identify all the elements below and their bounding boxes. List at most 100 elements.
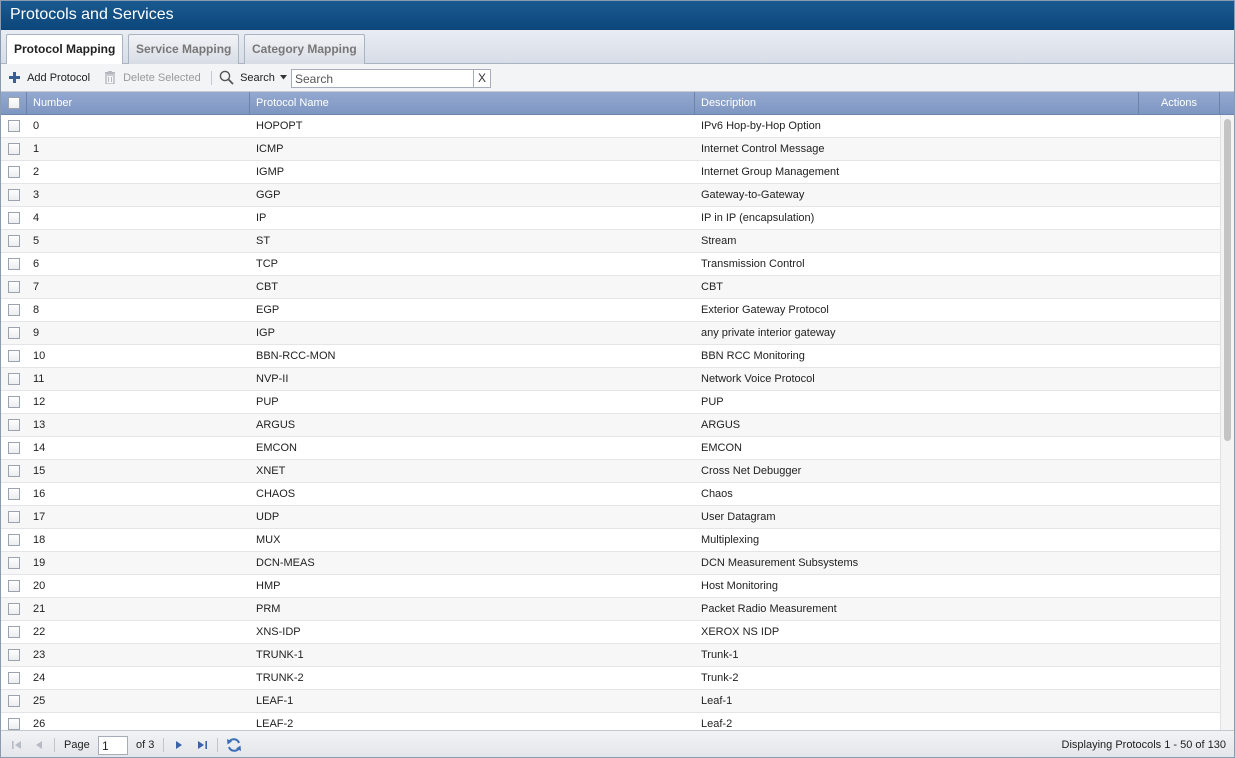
cell-description: BBN RCC Monitoring xyxy=(701,350,805,362)
scrollbar-thumb[interactable] xyxy=(1224,119,1231,441)
row-checkbox[interactable] xyxy=(8,189,20,201)
prev-page-icon[interactable] xyxy=(32,738,46,752)
table-row[interactable]: 0 HOPOPT IPv6 Hop-by-Hop Option xyxy=(1,115,1220,138)
table-row[interactable]: 16 CHAOS Chaos xyxy=(1,483,1220,506)
cell-protocol-name: BBN-RCC-MON xyxy=(256,350,336,362)
table-row[interactable]: 26 LEAF-2 Leaf-2 xyxy=(1,713,1220,730)
row-checkbox[interactable] xyxy=(8,649,20,661)
cell-number: 10 xyxy=(33,350,46,362)
cell-description: Gateway-to-Gateway xyxy=(701,189,805,201)
cell-protocol-name: TCP xyxy=(256,258,278,270)
add-protocol-button[interactable]: Add Protocol xyxy=(9,64,90,92)
table-row[interactable]: 19 DCN-MEAS DCN Measurement Subsystems xyxy=(1,552,1220,575)
grid-vertical-scrollbar[interactable] xyxy=(1220,115,1234,730)
table-row[interactable]: 5 ST Stream xyxy=(1,230,1220,253)
first-page-icon[interactable] xyxy=(10,738,24,752)
cell-number: 5 xyxy=(33,235,40,247)
cell-protocol-name: CBT xyxy=(256,281,278,293)
row-checkbox[interactable] xyxy=(8,350,20,362)
cell-number: 7 xyxy=(33,281,40,293)
table-row[interactable]: 17 UDP User Datagram xyxy=(1,506,1220,529)
table-row[interactable]: 18 MUX Multiplexing xyxy=(1,529,1220,552)
row-checkbox[interactable] xyxy=(8,603,20,615)
delete-selected-button[interactable]: Delete Selected xyxy=(104,64,201,92)
column-header-protocol-name[interactable]: Protocol Name xyxy=(250,92,695,115)
column-header-description[interactable]: Description xyxy=(695,92,1139,115)
cell-number: 16 xyxy=(33,488,46,500)
tab-category-mapping[interactable]: Category Mapping xyxy=(244,34,365,64)
table-row[interactable]: 24 TRUNK-2 Trunk-2 xyxy=(1,667,1220,690)
cell-number: 9 xyxy=(33,327,40,339)
row-checkbox[interactable] xyxy=(8,465,20,477)
toolbar-separator xyxy=(211,71,212,85)
row-checkbox[interactable] xyxy=(8,304,20,316)
tab-service-mapping[interactable]: Service Mapping xyxy=(128,34,240,64)
cell-number: 4 xyxy=(33,212,40,224)
cell-description: IP in IP (encapsulation) xyxy=(701,212,815,224)
row-checkbox[interactable] xyxy=(8,212,20,224)
search-menu-label: Search xyxy=(240,72,275,84)
search-menu-button[interactable]: Search xyxy=(219,64,287,92)
cell-number: 13 xyxy=(33,419,46,431)
table-row[interactable]: 1 ICMP Internet Control Message xyxy=(1,138,1220,161)
table-row[interactable]: 25 LEAF-1 Leaf-1 xyxy=(1,690,1220,713)
row-checkbox[interactable] xyxy=(8,166,20,178)
table-row[interactable]: 9 IGP any private interior gateway xyxy=(1,322,1220,345)
row-checkbox[interactable] xyxy=(8,396,20,408)
cell-protocol-name: IGMP xyxy=(256,166,285,178)
row-checkbox[interactable] xyxy=(8,281,20,293)
row-checkbox[interactable] xyxy=(8,120,20,132)
table-row[interactable]: 13 ARGUS ARGUS xyxy=(1,414,1220,437)
cell-protocol-name: NVP-II xyxy=(256,373,289,385)
tab-protocol-mapping[interactable]: Protocol Mapping xyxy=(6,34,124,65)
table-row[interactable]: 2 IGMP Internet Group Management xyxy=(1,161,1220,184)
row-checkbox[interactable] xyxy=(8,580,20,592)
row-checkbox[interactable] xyxy=(8,626,20,638)
cell-protocol-name: TRUNK-2 xyxy=(256,672,304,684)
table-row[interactable]: 22 XNS-IDP XEROX NS IDP xyxy=(1,621,1220,644)
cell-protocol-name: ST xyxy=(256,235,271,247)
row-checkbox[interactable] xyxy=(8,718,20,730)
page-number-input[interactable] xyxy=(98,736,128,755)
table-row[interactable]: 12 PUP PUP xyxy=(1,391,1220,414)
table-row[interactable]: 8 EGP Exterior Gateway Protocol xyxy=(1,299,1220,322)
row-checkbox[interactable] xyxy=(8,143,20,155)
cell-description: User Datagram xyxy=(701,511,776,523)
refresh-icon[interactable] xyxy=(226,737,242,753)
row-checkbox[interactable] xyxy=(8,511,20,523)
row-checkbox[interactable] xyxy=(8,672,20,684)
cell-description: Leaf-1 xyxy=(701,695,733,707)
row-checkbox[interactable] xyxy=(8,557,20,569)
next-page-icon[interactable] xyxy=(172,738,186,752)
cell-description: any private interior gateway xyxy=(701,327,836,339)
table-row[interactable]: 3 GGP Gateway-to-Gateway xyxy=(1,184,1220,207)
row-checkbox[interactable] xyxy=(8,327,20,339)
table-row[interactable]: 15 XNET Cross Net Debugger xyxy=(1,460,1220,483)
row-checkbox[interactable] xyxy=(8,373,20,385)
row-checkbox[interactable] xyxy=(8,235,20,247)
row-checkbox[interactable] xyxy=(8,488,20,500)
table-row[interactable]: 6 TCP Transmission Control xyxy=(1,253,1220,276)
search-input[interactable] xyxy=(291,69,474,88)
cell-protocol-name: CHAOS xyxy=(256,488,296,500)
clear-search-button[interactable]: X xyxy=(473,69,491,88)
table-row[interactable]: 10 BBN-RCC-MON BBN RCC Monitoring xyxy=(1,345,1220,368)
table-row[interactable]: 14 EMCON EMCON xyxy=(1,437,1220,460)
select-all-checkbox[interactable] xyxy=(8,97,20,109)
table-row[interactable]: 7 CBT CBT xyxy=(1,276,1220,299)
table-row[interactable]: 21 PRM Packet Radio Measurement xyxy=(1,598,1220,621)
column-header-number[interactable]: Number xyxy=(27,92,250,115)
row-checkbox[interactable] xyxy=(8,534,20,546)
table-row[interactable]: 4 IP IP in IP (encapsulation) xyxy=(1,207,1220,230)
row-checkbox[interactable] xyxy=(8,258,20,270)
plus-icon xyxy=(9,71,20,83)
table-row[interactable]: 11 NVP-II Network Voice Protocol xyxy=(1,368,1220,391)
row-checkbox[interactable] xyxy=(8,695,20,707)
row-checkbox[interactable] xyxy=(8,442,20,454)
table-row[interactable]: 20 HMP Host Monitoring xyxy=(1,575,1220,598)
row-checkbox[interactable] xyxy=(8,419,20,431)
cell-description: ARGUS xyxy=(701,419,741,431)
table-row[interactable]: 23 TRUNK-1 Trunk-1 xyxy=(1,644,1220,667)
cell-description: Host Monitoring xyxy=(701,580,779,592)
last-page-icon[interactable] xyxy=(195,738,209,752)
